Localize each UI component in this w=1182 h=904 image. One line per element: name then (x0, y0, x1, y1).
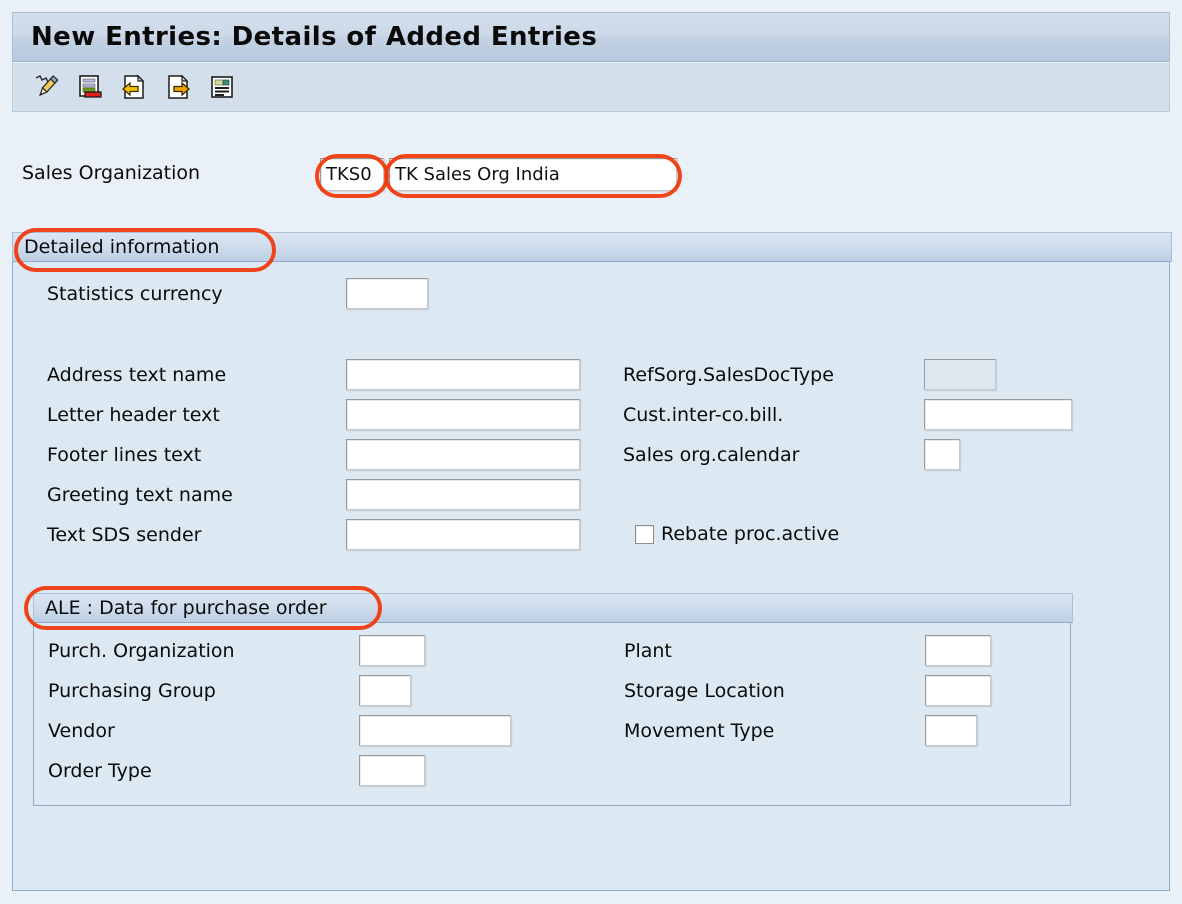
sales-organization-row: Sales Organization (0, 158, 1182, 198)
detailed-information-panel: Detailed information Statistics currency… (12, 232, 1170, 891)
ale-group-title: ALE : Data for purchase order (34, 597, 327, 619)
sales-organization-label: Sales Organization (22, 162, 200, 184)
movement-type-label: Movement Type (624, 720, 774, 742)
greeting-text-name-label: Greeting text name (47, 484, 233, 506)
ale-data-for-purchase-order-group-header[interactable]: ALE : Data for purchase order (33, 593, 1073, 623)
storage-location-label: Storage Location (624, 680, 785, 702)
sales-organization-description-field[interactable] (389, 158, 677, 191)
next-page-icon[interactable] (161, 70, 195, 104)
cust-inter-co-bill-field[interactable] (924, 399, 1072, 430)
window-title-bar: New Entries: Details of Added Entries (12, 12, 1170, 62)
footer-lines-text-field[interactable] (346, 439, 580, 470)
movement-type-field[interactable] (925, 715, 977, 746)
letter-header-text-field[interactable] (346, 399, 580, 430)
rebate-proc-active-label: Rebate proc.active (661, 523, 839, 545)
rebate-proc-active-checkbox[interactable]: Rebate proc.active (635, 523, 839, 545)
order-type-label: Order Type (48, 760, 152, 782)
footer-lines-text-label: Footer lines text (47, 444, 201, 466)
refsorg-salesdoctype-field[interactable] (924, 359, 996, 390)
order-type-field[interactable] (359, 755, 425, 786)
greeting-text-name-field[interactable] (346, 479, 580, 510)
text-sds-sender-field[interactable] (346, 519, 580, 550)
purch-organization-label: Purch. Organization (48, 640, 235, 662)
checkbox-box-icon[interactable] (635, 525, 654, 544)
table-entry-icon[interactable] (73, 70, 107, 104)
purchasing-group-field[interactable] (359, 675, 411, 706)
edit-pencil-icon[interactable] (29, 70, 63, 104)
page-title: New Entries: Details of Added Entries (13, 22, 597, 52)
detailed-information-group-title: Detailed information (13, 236, 219, 258)
previous-page-icon[interactable] (117, 70, 151, 104)
text-sds-sender-label: Text SDS sender (47, 524, 201, 546)
application-toolbar (12, 63, 1170, 112)
letter-header-text-label: Letter header text (47, 404, 220, 426)
plant-field[interactable] (925, 635, 991, 666)
statistics-currency-label: Statistics currency (47, 283, 223, 305)
purchasing-group-label: Purchasing Group (48, 680, 216, 702)
vendor-field[interactable] (359, 715, 511, 746)
address-text-name-field[interactable] (346, 359, 580, 390)
sales-org-calendar-label: Sales org.calendar (623, 444, 799, 466)
purch-organization-field[interactable] (359, 635, 425, 666)
sales-organization-key-field[interactable] (320, 158, 384, 191)
statistics-currency-field[interactable] (346, 278, 428, 309)
detailed-information-group-header[interactable]: Detailed information (12, 232, 1172, 262)
address-text-name-label: Address text name (47, 364, 226, 386)
sales-org-calendar-field[interactable] (924, 439, 960, 470)
refsorg-salesdoctype-label: RefSorg.SalesDocType (623, 364, 834, 386)
storage-location-field[interactable] (925, 675, 991, 706)
plant-label: Plant (624, 640, 672, 662)
vendor-label: Vendor (48, 720, 115, 742)
ale-purchase-order-panel: ALE : Data for purchase order Purch. Org… (33, 593, 1071, 806)
cust-inter-co-bill-label: Cust.inter-co.bill. (623, 404, 783, 426)
details-list-icon[interactable] (205, 70, 239, 104)
